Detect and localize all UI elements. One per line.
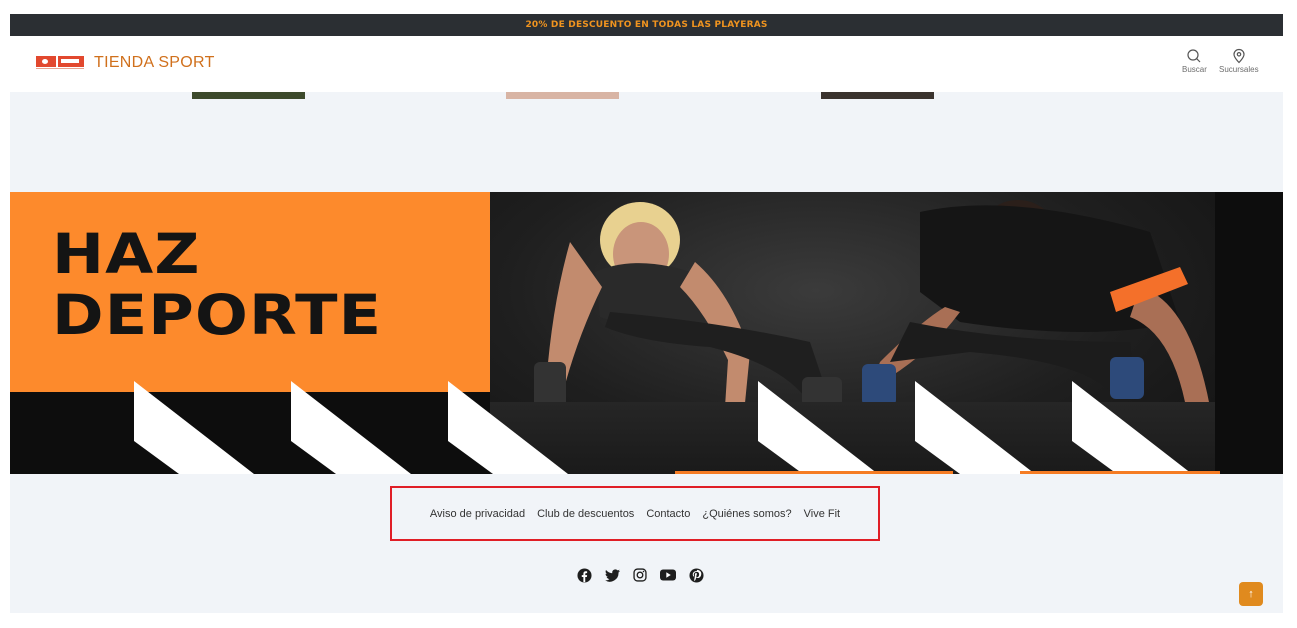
footer-links-nav: Aviso de privacidad Club de descuentos C…	[390, 486, 880, 541]
footer-link-vive-fit[interactable]: Vive Fit	[804, 508, 840, 520]
banner-title-line-1: HAZ	[52, 222, 201, 286]
page-frame: 20% DE DESCUENTO EN TODAS LAS PLAYERAS T…	[10, 14, 1283, 613]
social-links	[576, 567, 704, 583]
facebook-icon[interactable]	[576, 567, 592, 583]
product-thumbnail[interactable]	[821, 92, 934, 99]
product-thumbnail[interactable]	[192, 92, 305, 99]
banner-title-line-2: DEPORTE	[52, 283, 383, 347]
footer-link-contact[interactable]: Contacto	[646, 508, 690, 520]
promo-text: 20% DE DESCUENTO EN TODAS LAS PLAYERAS	[525, 20, 768, 30]
youtube-icon[interactable]	[660, 567, 676, 583]
search-label: Buscar	[1182, 65, 1207, 74]
location-pin-icon	[1233, 48, 1245, 64]
branches-label: Sucursales	[1219, 65, 1259, 74]
hero-banner[interactable]: HAZ DEPORTE	[10, 192, 1283, 474]
logo-link[interactable]: TIENDA SPORT	[36, 54, 215, 72]
instagram-icon[interactable]	[632, 567, 648, 583]
product-thumbnail[interactable]	[506, 92, 619, 99]
branches-button[interactable]: Sucursales	[1219, 48, 1259, 74]
twitter-icon[interactable]	[604, 567, 620, 583]
search-icon	[1187, 49, 1201, 63]
arrow-up-icon: ↑	[1248, 588, 1254, 600]
logo-text: TIENDA SPORT	[94, 54, 215, 71]
footer-link-discount-club[interactable]: Club de descuentos	[537, 508, 634, 520]
logo-icon	[36, 56, 84, 70]
site-header: TIENDA SPORT Buscar Sucursales	[10, 36, 1283, 92]
search-button[interactable]: Buscar	[1182, 48, 1207, 74]
footer-link-privacy[interactable]: Aviso de privacidad	[430, 508, 525, 520]
pinterest-icon[interactable]	[688, 567, 704, 583]
scroll-to-top-button[interactable]: ↑	[1239, 582, 1263, 606]
promo-bar: 20% DE DESCUENTO EN TODAS LAS PLAYERAS	[10, 14, 1283, 36]
banner-title: HAZ DEPORTE	[52, 224, 382, 346]
footer-link-about-us[interactable]: ¿Quiénes somos?	[702, 508, 791, 520]
